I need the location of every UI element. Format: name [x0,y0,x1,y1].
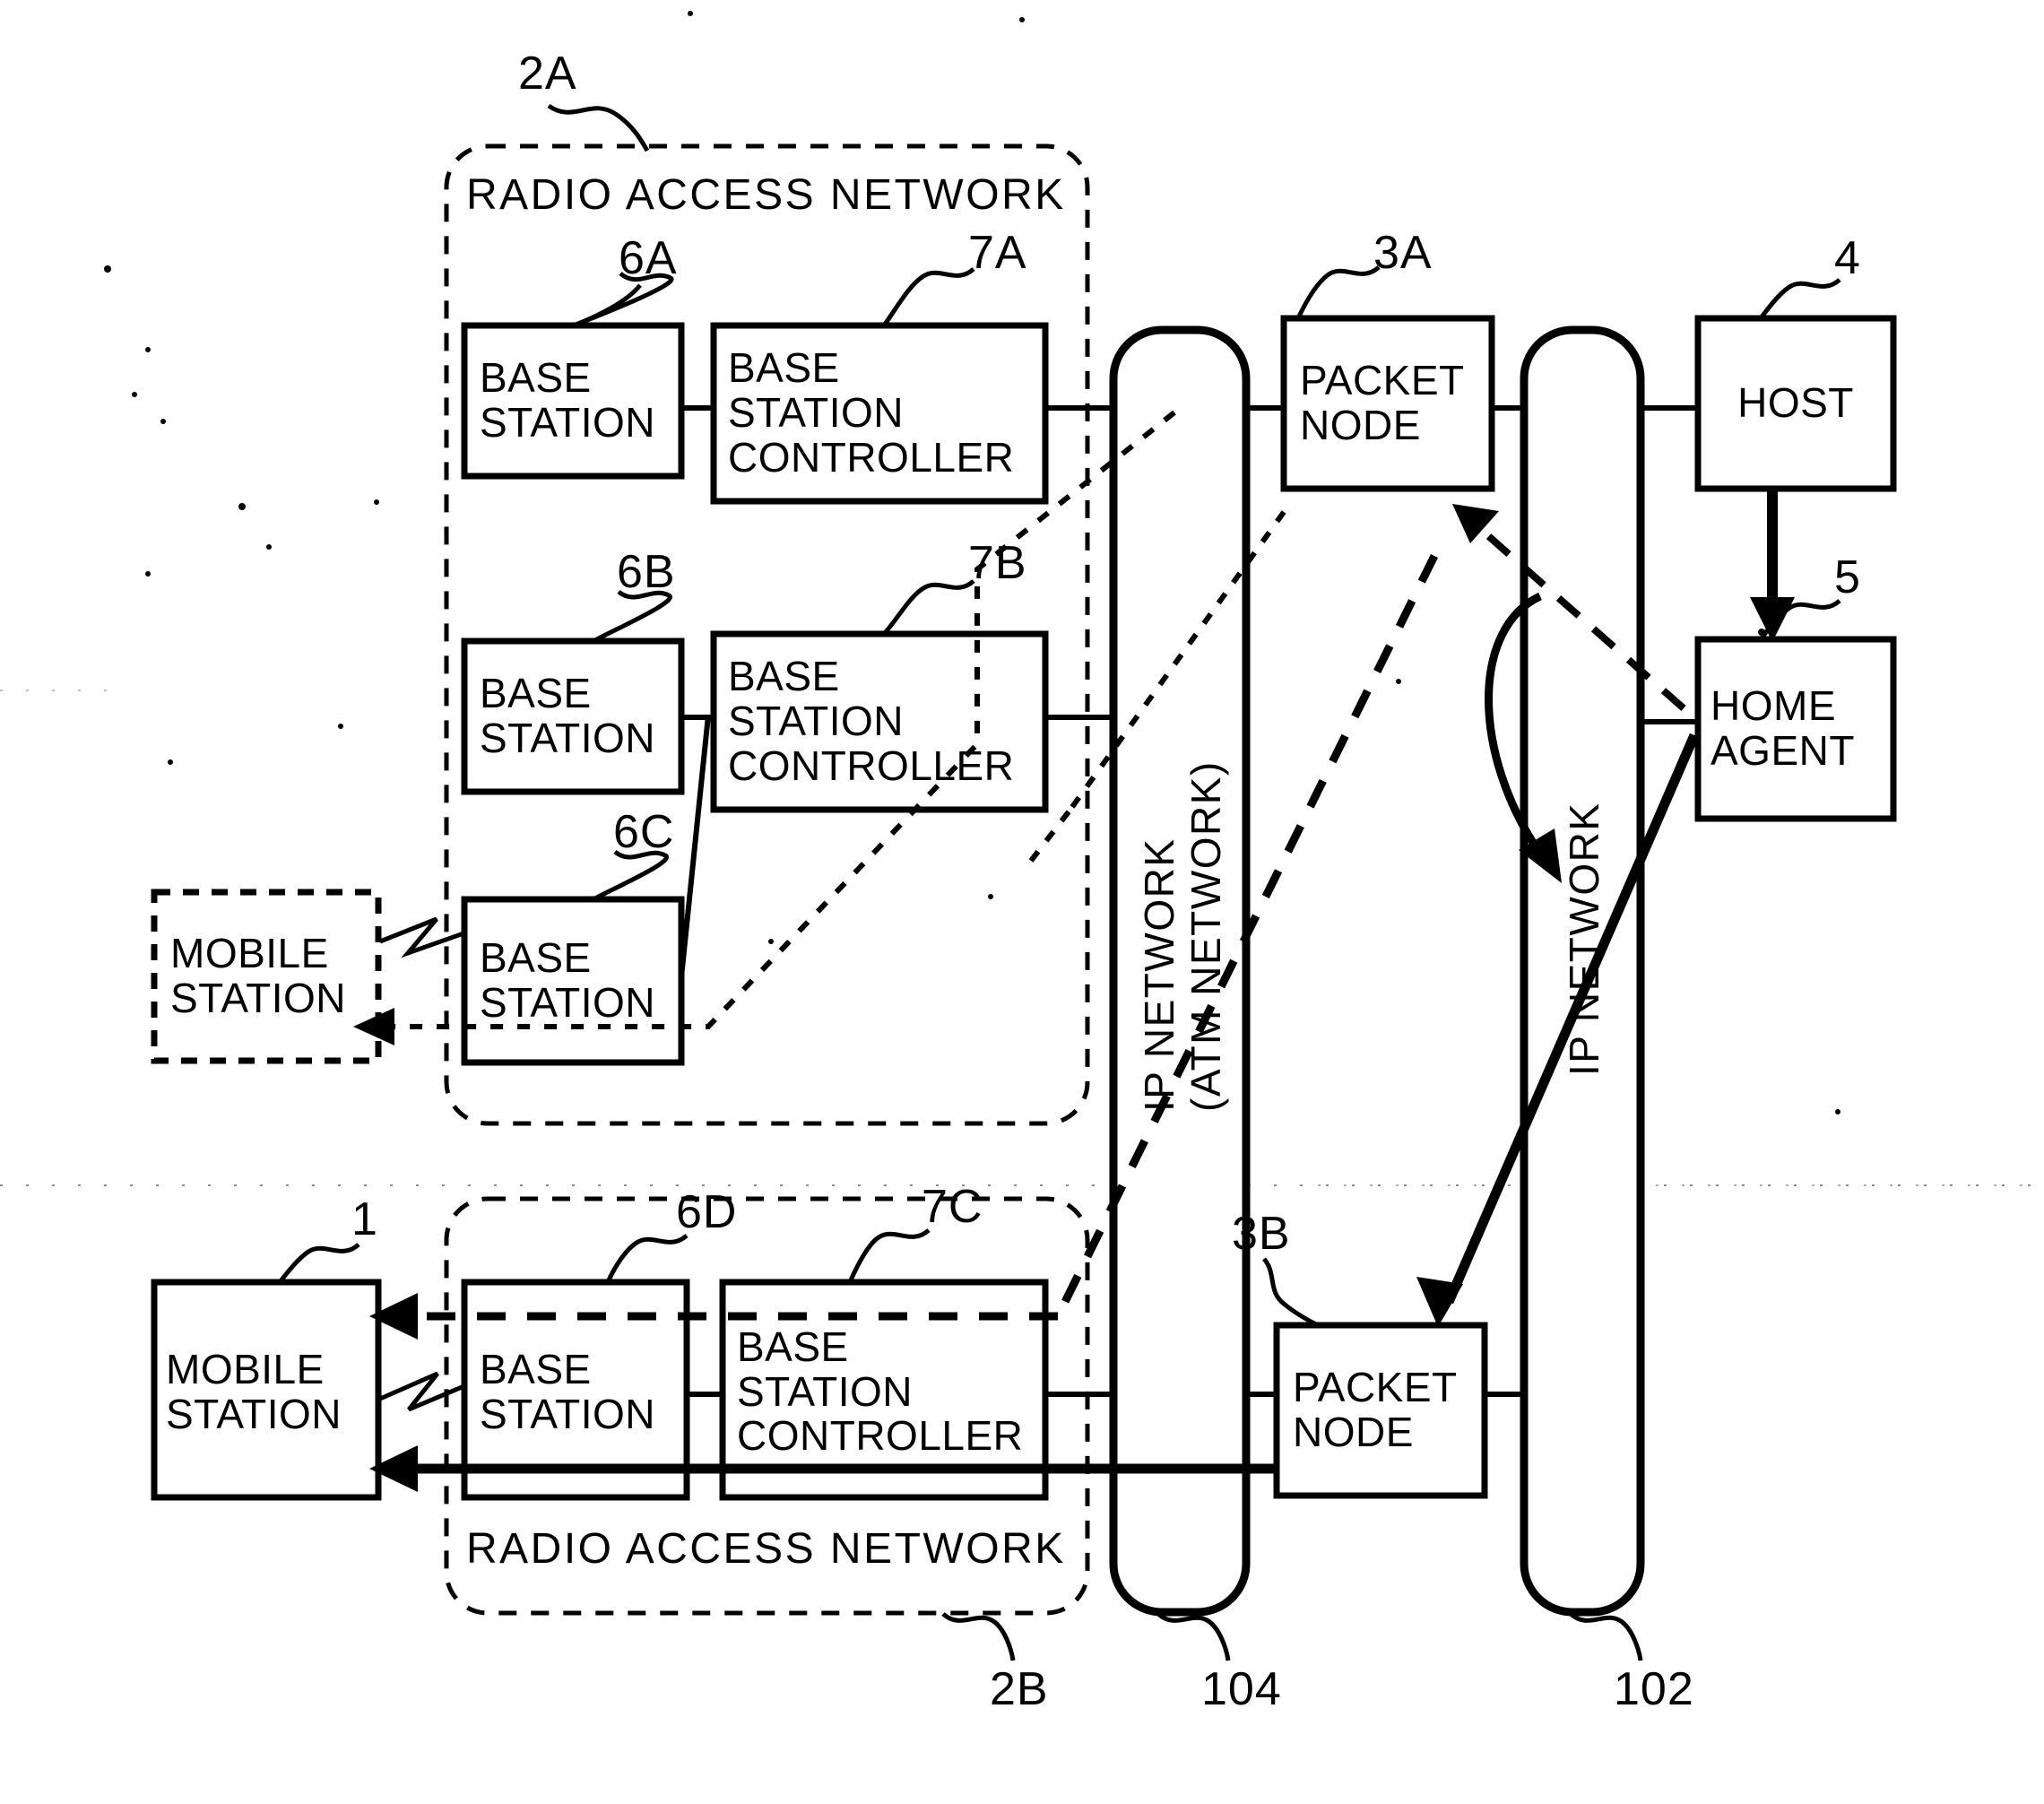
ref-7c: 7C [922,1181,983,1233]
link-6c-7b [679,715,711,978]
ref-6a: 6A [619,232,678,284]
ref-2a: 2A [518,48,577,100]
packet-node-a-box [1280,315,1495,492]
radio-link-icon-bottom [378,1371,467,1412]
base-station-b-box [461,637,685,795]
radio-access-network-top-label: RADIO ACCESS NETWORK [466,171,1066,219]
ref-6b: 6B [617,546,676,598]
ref-104: 104 [1201,1663,1282,1715]
ref-4: 4 [1834,232,1861,284]
ref-7b: 7B [968,537,1027,589]
ref-3b: 3B [1232,1208,1291,1260]
ref-3a: 3A [1373,227,1433,279]
ref-2b: 2B [990,1663,1049,1715]
arrowhead-solid-3b [1416,1277,1463,1327]
ref-1: 1 [351,1193,378,1245]
radio-access-network-bottom-label: RADIO ACCESS NETWORK [466,1525,1066,1573]
radio-link-icon-top [379,916,467,958]
packet-node-b-box [1273,1322,1488,1499]
home-agent-box [1694,636,1897,822]
arrowhead-host-home-agent [1750,597,1795,642]
host-box [1694,315,1897,492]
base-station-c-box [461,896,685,1066]
base-station-a-box [461,322,685,480]
ref-7a: 7A [968,227,1027,279]
base-station-controller-b-box [710,630,1049,813]
ref-5: 5 [1834,551,1861,603]
base-station-controller-a-box [710,322,1049,505]
patent-figure: RADIO ACCESS NETWORK RADIO ACCESS NETWOR… [0,0,2044,1804]
mobile-station-solid-box [151,1279,382,1501]
ip-network-atm-label: IP NETWORK (ATM NETWORK) [1136,760,1229,1112]
ref-6d: 6D [676,1186,738,1238]
ref-6c: 6C [613,806,675,858]
mobile-station-dashed-box [151,889,382,1064]
ref-102: 102 [1614,1663,1694,1715]
ip-network-label: IP NETWORK [1561,802,1607,1076]
